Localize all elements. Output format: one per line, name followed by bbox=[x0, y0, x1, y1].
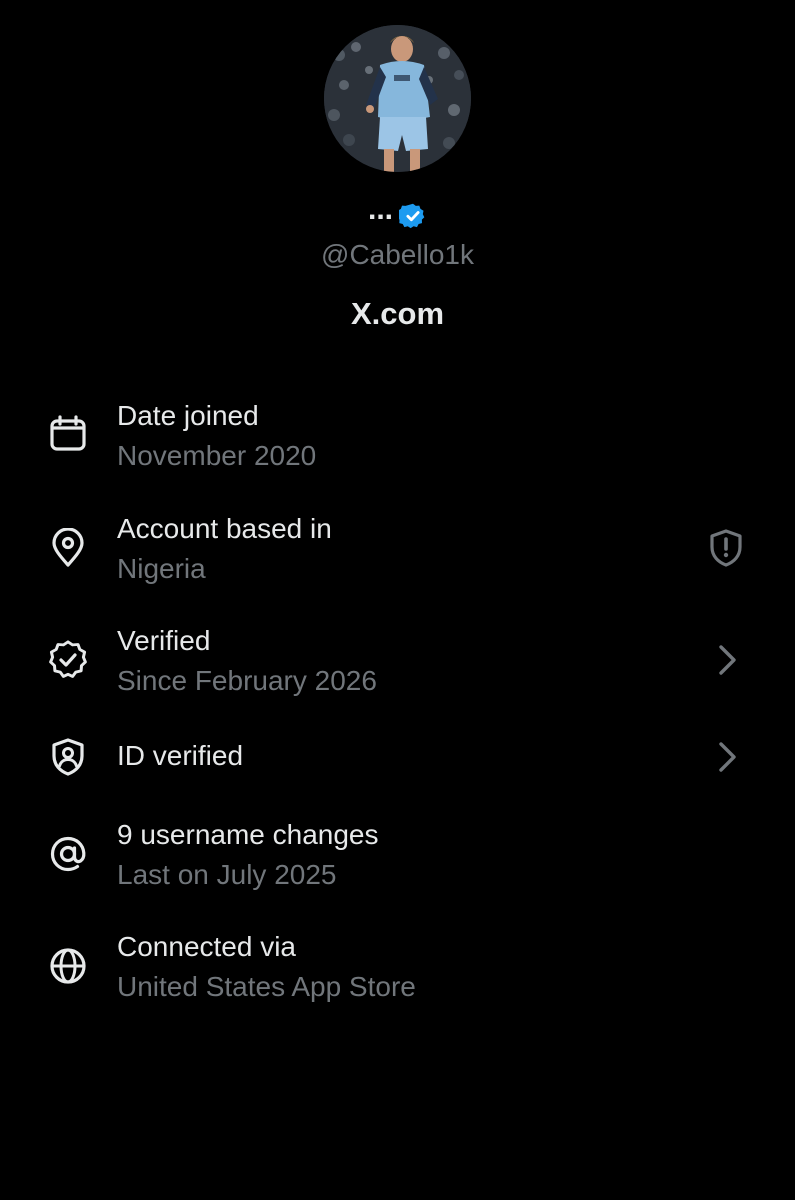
info-value-connected-via: United States App Store bbox=[117, 971, 416, 1002]
info-row-date-joined: Date joined November 2020 bbox=[0, 395, 795, 495]
profile-handle: @Cabello1k bbox=[321, 239, 474, 270]
verified-badge-icon[interactable] bbox=[399, 202, 427, 230]
info-title-id-verified: ID verified bbox=[117, 740, 244, 771]
profile-header: ... @Cabello1k X.com bbox=[0, 0, 795, 350]
id-shield-icon bbox=[48, 737, 88, 777]
info-row-connected-via: Connected via United States App Store bbox=[0, 926, 795, 1026]
chevron-right-icon[interactable] bbox=[706, 640, 746, 680]
info-value-date-joined: November 2020 bbox=[117, 440, 317, 471]
location-pin-icon bbox=[48, 528, 88, 568]
info-value-verified: Since February 2026 bbox=[117, 665, 377, 696]
calendar-icon bbox=[48, 413, 88, 453]
info-title-account-based: Account based in bbox=[117, 513, 332, 544]
avatar-photo bbox=[324, 25, 471, 172]
info-row-account-based: Account based in Nigeria bbox=[0, 508, 795, 608]
info-row-verified[interactable]: Verified Since February 2026 bbox=[0, 620, 795, 720]
display-name-row: ... bbox=[0, 193, 795, 234]
site-label: X.com bbox=[350, 296, 445, 331]
chevron-right-icon[interactable] bbox=[706, 737, 746, 777]
shield-alert-icon[interactable] bbox=[706, 528, 746, 568]
info-value-account-based: Nigeria bbox=[117, 553, 206, 584]
display-name: ... bbox=[367, 193, 393, 226]
info-value-username-changes: Last on July 2025 bbox=[117, 859, 337, 890]
info-title-verified: Verified bbox=[117, 625, 211, 656]
avatar[interactable] bbox=[324, 25, 471, 172]
info-title-username-changes: 9 username changes bbox=[117, 819, 379, 850]
info-title-date-joined: Date joined bbox=[117, 400, 259, 431]
info-row-username-changes: 9 username changes Last on July 2025 bbox=[0, 814, 795, 914]
info-title-connected-via: Connected via bbox=[117, 931, 297, 962]
globe-icon bbox=[48, 946, 88, 986]
verified-badge-outline-icon bbox=[48, 640, 88, 680]
at-sign-icon bbox=[48, 834, 88, 874]
